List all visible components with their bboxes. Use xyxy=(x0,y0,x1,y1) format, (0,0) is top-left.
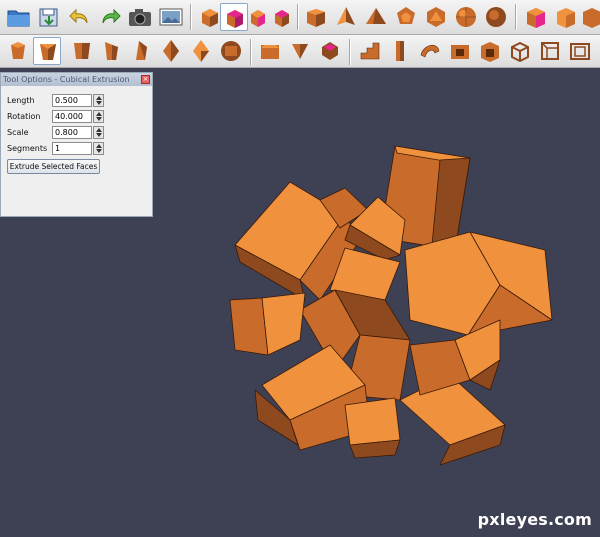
length-spinner[interactable] xyxy=(93,94,104,107)
rotation-label: Rotation xyxy=(7,112,41,121)
redo-icon[interactable] xyxy=(96,3,124,31)
close-icon[interactable]: × xyxy=(141,75,150,84)
hollow-cube-icon[interactable] xyxy=(476,37,504,65)
octahedron-2-icon[interactable] xyxy=(187,37,215,65)
column-icon[interactable] xyxy=(386,37,414,65)
cuboctahedron-icon[interactable] xyxy=(217,37,245,65)
cube-pink-face-icon[interactable] xyxy=(268,3,296,31)
bevel-icon[interactable] xyxy=(256,37,284,65)
hollow-box-icon[interactable] xyxy=(446,37,474,65)
octahedron-icon[interactable] xyxy=(157,37,185,65)
open-folder-icon[interactable] xyxy=(5,3,33,31)
save-icon[interactable] xyxy=(35,3,63,31)
twist-icon[interactable] xyxy=(416,37,444,65)
panel-title-text: Tool Options - Cubical Extrusion xyxy=(3,75,130,84)
tetrahedron-icon[interactable] xyxy=(332,3,360,31)
box-icon[interactable] xyxy=(302,3,330,31)
toolbar-tools xyxy=(0,35,600,68)
undo-icon[interactable] xyxy=(66,3,94,31)
cube-flat-icon[interactable] xyxy=(578,3,600,31)
camera-icon[interactable] xyxy=(126,3,154,31)
rotation-input[interactable] xyxy=(52,110,92,123)
length-input[interactable] xyxy=(52,94,92,107)
pyramid-extrude-icon[interactable] xyxy=(127,37,155,65)
dodecahedron-icon[interactable] xyxy=(392,3,420,31)
scale-label: Scale xyxy=(7,128,29,137)
panel-title: Tool Options - Cubical Extrusion × xyxy=(1,73,152,86)
prism-icon[interactable] xyxy=(68,37,96,65)
screenshot-icon[interactable] xyxy=(157,3,185,31)
segments-input[interactable] xyxy=(52,142,92,155)
segments-label: Segments xyxy=(7,144,48,153)
wedge-icon[interactable] xyxy=(98,37,126,65)
extrude-selected-faces-button[interactable]: Extrude Selected Faces xyxy=(7,159,100,174)
wire-cube-3-icon[interactable] xyxy=(566,37,594,65)
wire-cube-2-icon[interactable] xyxy=(536,37,564,65)
tool-options-panel: Tool Options - Cubical Extrusion × Lengt… xyxy=(0,72,153,217)
pyramid-icon[interactable] xyxy=(362,3,390,31)
cubical-extrusion-icon[interactable] xyxy=(33,37,61,65)
stair-icon[interactable] xyxy=(356,37,384,65)
length-label: Length xyxy=(7,96,35,105)
segments-spinner[interactable] xyxy=(93,142,104,155)
sphere-icon[interactable] xyxy=(452,3,480,31)
watermark: pxleyes.com xyxy=(477,510,592,529)
cube-magenta-icon[interactable] xyxy=(522,3,550,31)
toolbar-top xyxy=(0,0,600,35)
icosahedron-icon[interactable] xyxy=(422,3,450,31)
wire-cube-icon[interactable] xyxy=(506,37,534,65)
scale-spinner[interactable] xyxy=(93,126,104,139)
cube-orange-icon[interactable] xyxy=(552,3,580,31)
sphere-dense-icon[interactable] xyxy=(482,3,510,31)
rotation-spinner[interactable] xyxy=(93,110,104,123)
scale-input[interactable] xyxy=(52,126,92,139)
cube-extrude-icon[interactable] xyxy=(4,37,32,65)
truncate-icon[interactable] xyxy=(286,37,314,65)
select-face-icon[interactable] xyxy=(316,37,344,65)
